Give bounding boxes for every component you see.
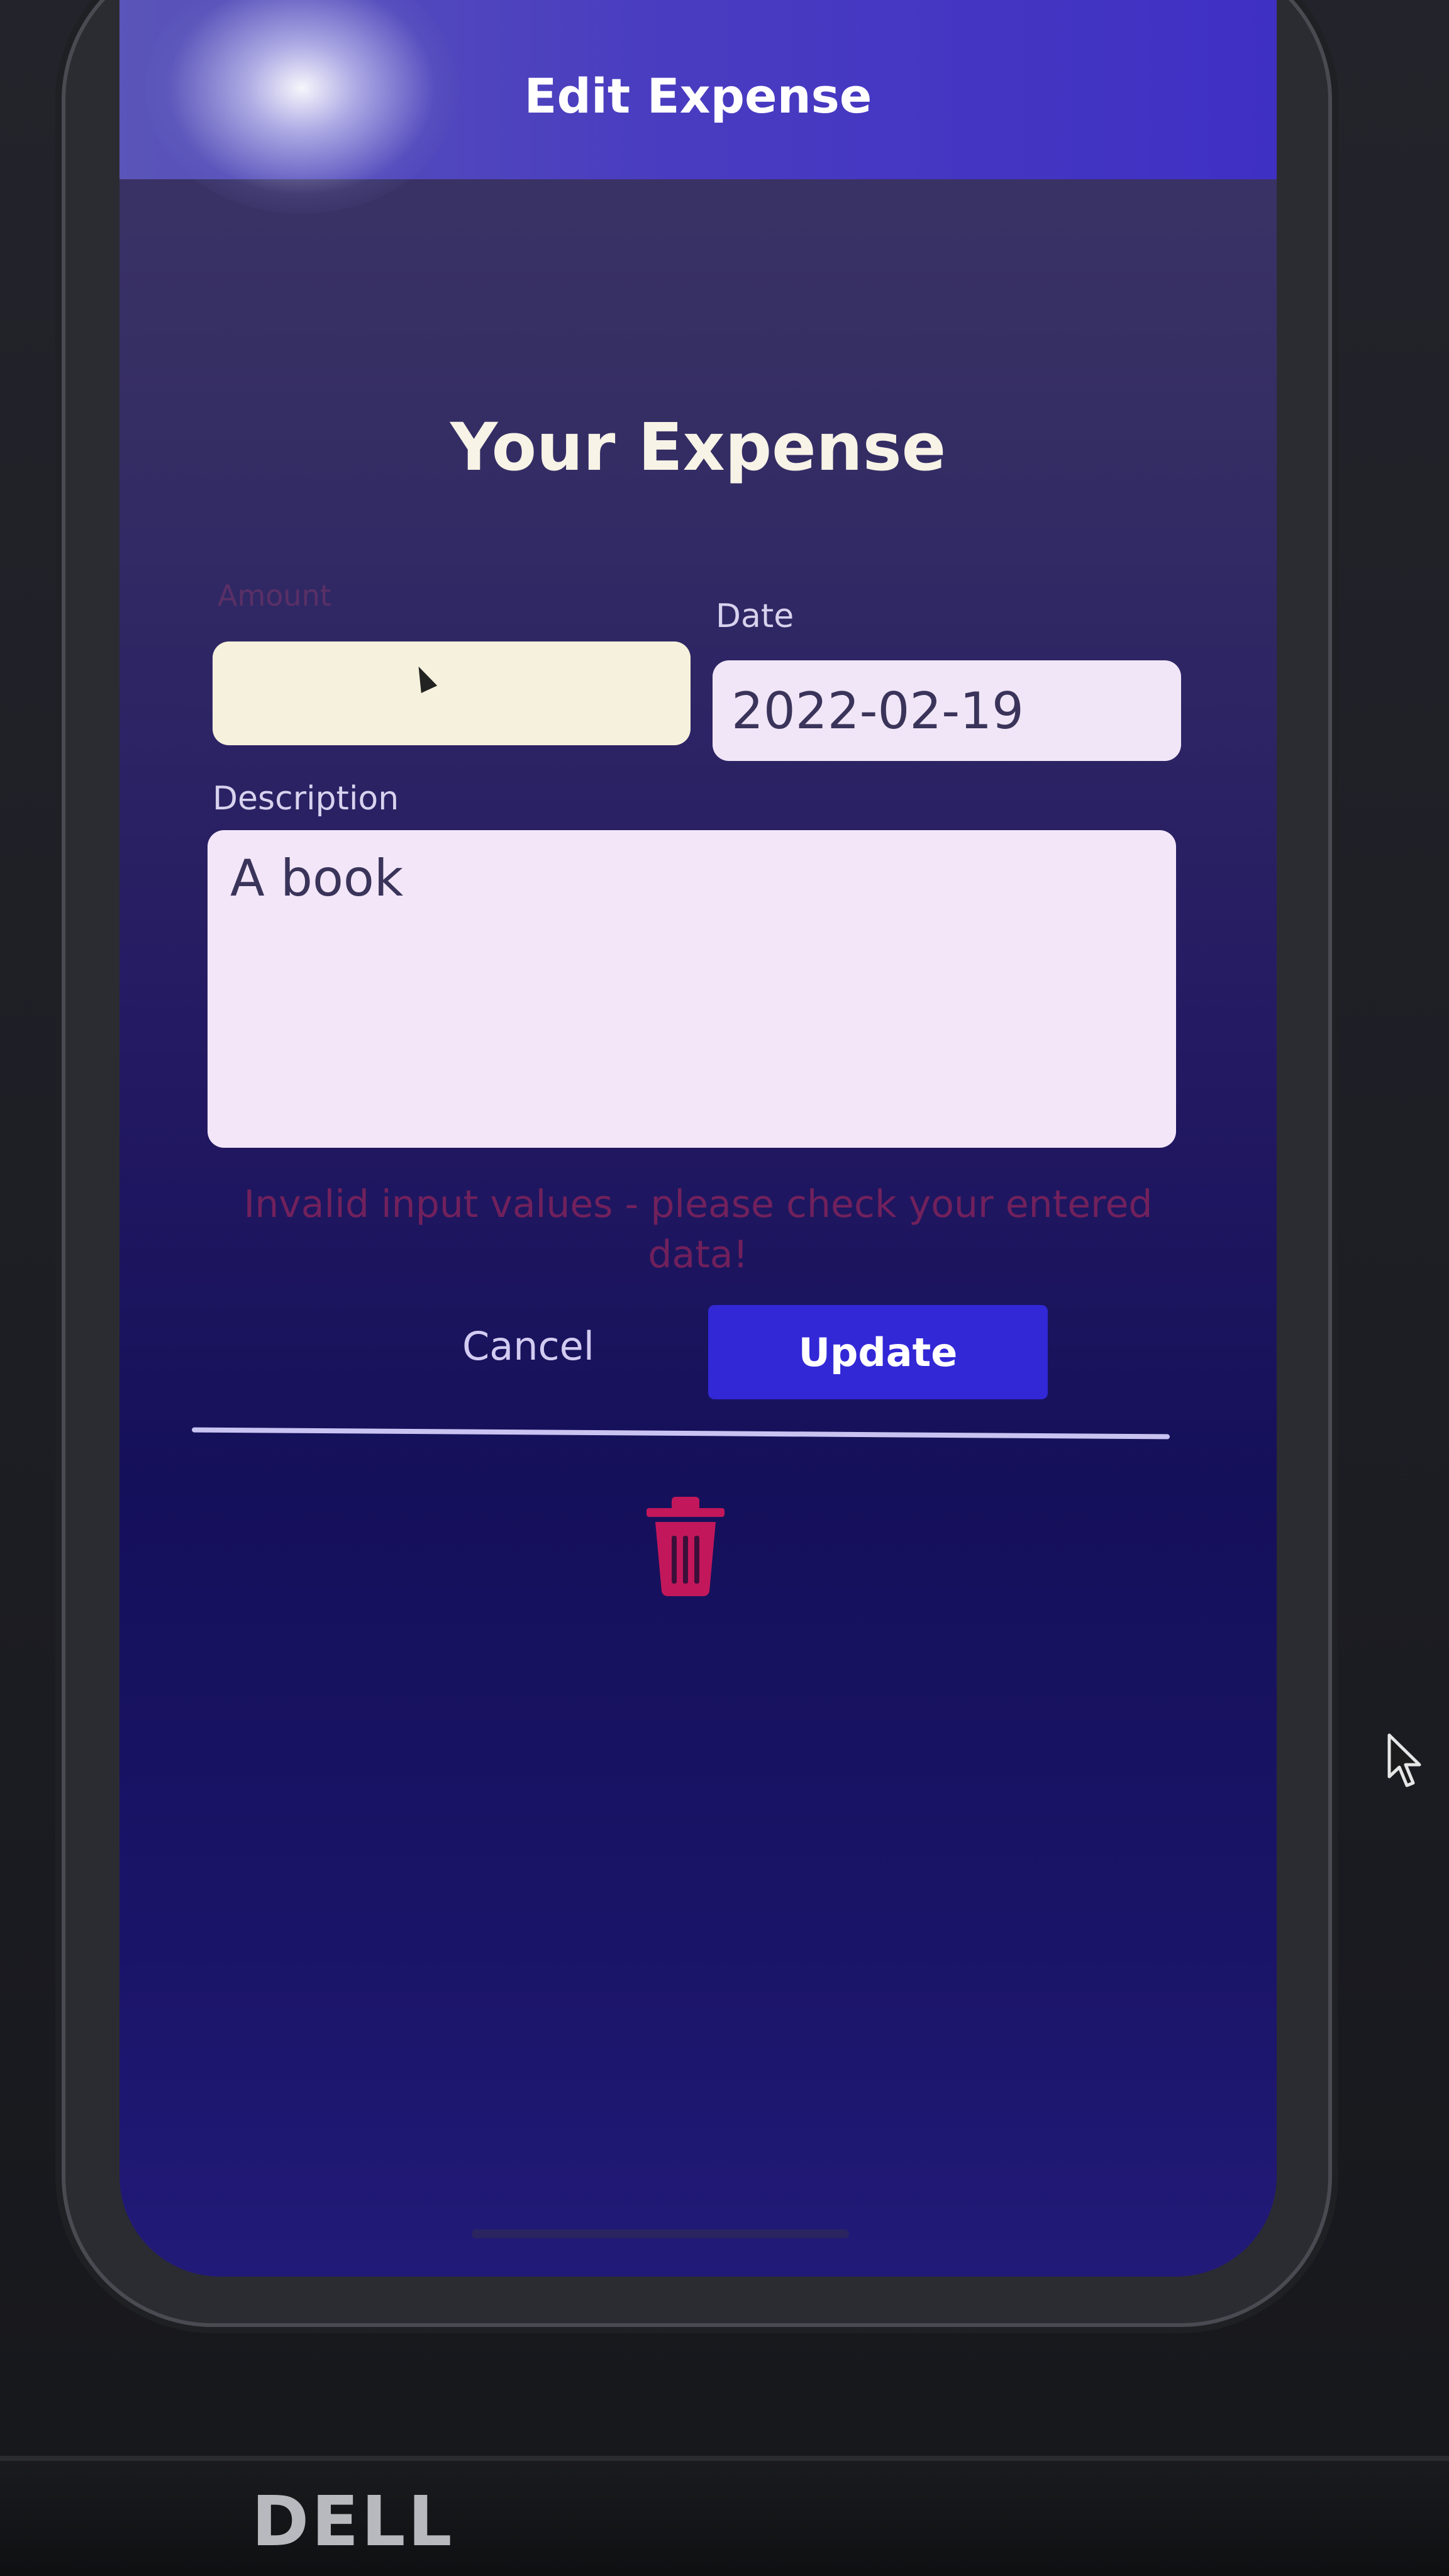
description-input[interactable]: A book — [208, 830, 1176, 1148]
date-input[interactable]: 2022-02-19 — [713, 660, 1181, 761]
trash-icon — [647, 1497, 724, 1596]
amount-input[interactable] — [213, 641, 691, 745]
app-header: Edit Expense — [119, 0, 1277, 179]
mouse-cursor-icon — [1387, 1733, 1421, 1787]
home-indicator — [472, 2229, 849, 2238]
delete-button[interactable] — [641, 1491, 730, 1597]
form-title: Your Expense — [450, 409, 947, 486]
update-button[interactable]: Update — [708, 1305, 1048, 1399]
photo-scene: Edit Expense Your Expense Amount Date 20… — [0, 0, 1449, 2576]
error-message: Invalid input values - please check your… — [243, 1182, 1153, 1277]
cancel-button[interactable]: Cancel — [396, 1311, 660, 1380]
description-label: Description — [213, 780, 399, 818]
amount-label: Amount — [218, 579, 331, 613]
header-title: Edit Expense — [524, 68, 872, 124]
monitor-bezel — [0, 2456, 1449, 2576]
divider — [191, 1427, 1170, 1440]
phone-screen: Edit Expense Your Expense Amount Date 20… — [119, 0, 1277, 2277]
monitor-logo: DELL — [252, 2481, 455, 2562]
date-label: Date — [716, 597, 794, 635]
